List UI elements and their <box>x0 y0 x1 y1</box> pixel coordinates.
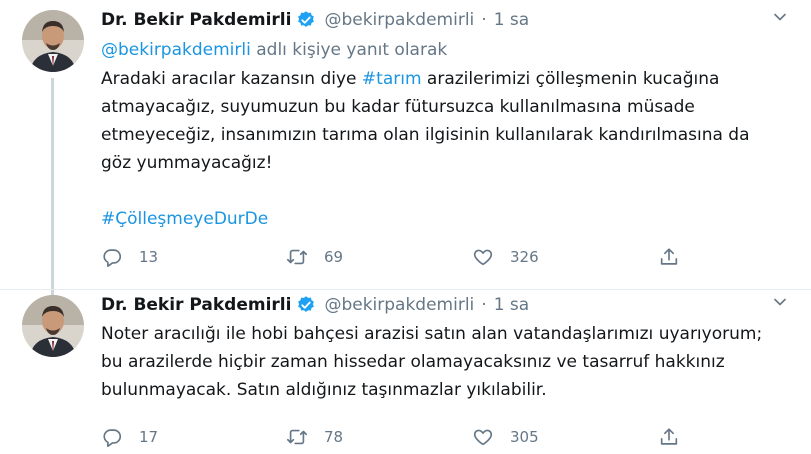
tweet-header: Dr. Bekir Pakdemirli @bekirpakdemirli · … <box>101 7 787 33</box>
share-button[interactable] <box>658 243 680 271</box>
reply-icon <box>103 249 122 267</box>
share-icon <box>660 248 678 265</box>
reply-button[interactable]: 13 <box>101 243 158 271</box>
tweet-actions: 17 78 305 <box>101 423 701 451</box>
verified-icon <box>298 296 315 312</box>
author-name[interactable]: Dr. Bekir Pakdemirli <box>101 292 291 318</box>
author-handle[interactable]: @bekirpakdemirli <box>324 7 474 33</box>
reply-count: 13 <box>139 248 159 266</box>
like-button[interactable]: 326 <box>472 243 539 271</box>
share-icon <box>660 428 678 445</box>
caret-down-icon[interactable] <box>773 10 787 24</box>
tweet-header: Dr. Bekir Pakdemirli @bekirpakdemirli · … <box>101 292 787 318</box>
reply-context: @bekirpakdemirli adlı kişiye yanıt olara… <box>101 37 787 63</box>
author-handle[interactable]: @bekirpakdemirli <box>324 292 474 318</box>
caret-down-icon[interactable] <box>773 295 787 309</box>
tweet-line: göz yummayacağız! <box>101 153 273 173</box>
like-count: 326 <box>510 248 539 266</box>
avatar-photo <box>22 295 84 357</box>
retweet-count: 78 <box>324 428 344 446</box>
tweet[interactable]: Dr. Bekir Pakdemirli @bekirpakdemirli · … <box>0 0 811 298</box>
tweet-line: Aradaki aracılar kazansın diye #tarım ar… <box>101 65 787 93</box>
retweet-button[interactable]: 69 <box>286 243 343 271</box>
like-count: 305 <box>510 428 539 446</box>
avatar-photo <box>22 10 84 72</box>
text-segment: arazilerimizi çölleşmenin kucağına <box>421 69 720 89</box>
retweet-icon <box>287 429 307 445</box>
verified-icon <box>298 11 315 27</box>
text-segment: Aradaki aracılar kazansın diye <box>101 69 362 89</box>
hashtag-link[interactable]: #ÇölleşmeyeDurDe <box>101 209 268 229</box>
thread-line <box>51 78 54 298</box>
tweet-line: atmayacağız, suyumuzun bu kadar fütursuz… <box>101 97 695 117</box>
like-icon <box>473 429 493 446</box>
tweet-text: Noter aracılığı ile hobi bahçesi arazisi… <box>101 320 787 404</box>
like-button[interactable]: 305 <box>472 423 539 451</box>
tweet-line: bulunmayacak. Satın aldığınız taşınmazla… <box>101 380 547 400</box>
tweet[interactable]: Dr. Bekir Pakdemirli @bekirpakdemirli · … <box>0 290 811 454</box>
author-name[interactable]: Dr. Bekir Pakdemirli <box>101 7 291 33</box>
reply-count: 17 <box>139 428 159 446</box>
separator-dot: · <box>481 10 487 30</box>
hashtag-link[interactable]: #tarım <box>362 69 422 89</box>
avatar[interactable] <box>22 295 84 357</box>
reply-button[interactable]: 17 <box>101 423 158 451</box>
tweet-line: Noter aracılığı ile hobi bahçesi arazisi… <box>101 324 763 344</box>
tweet-line: etmeyeceğiz, insanımızın tarıma olan ilg… <box>101 125 750 145</box>
tweet-line: #ÇölleşmeyeDurDe <box>101 205 787 233</box>
separator-dot: · <box>481 295 487 315</box>
retweet-icon <box>287 249 307 265</box>
retweet-button[interactable]: 78 <box>286 423 343 451</box>
reply-to-text: adlı kişiye yanıt olarak <box>250 40 448 60</box>
retweet-count: 69 <box>324 248 344 266</box>
timestamp[interactable]: 1 sa <box>494 292 530 318</box>
avatar[interactable] <box>22 10 84 72</box>
share-button[interactable] <box>658 423 680 451</box>
tweet-actions: 13 69 326 <box>101 243 701 271</box>
reply-icon <box>103 429 122 447</box>
tweet-text: Aradaki aracılar kazansın diye #tarım ar… <box>101 65 787 233</box>
timestamp[interactable]: 1 sa <box>494 7 530 33</box>
like-icon <box>473 249 493 266</box>
tweet-line: bu arazilerde hiçbir zaman hissedar olam… <box>101 352 725 372</box>
reply-to-handle[interactable]: @bekirpakdemirli <box>101 40 251 60</box>
